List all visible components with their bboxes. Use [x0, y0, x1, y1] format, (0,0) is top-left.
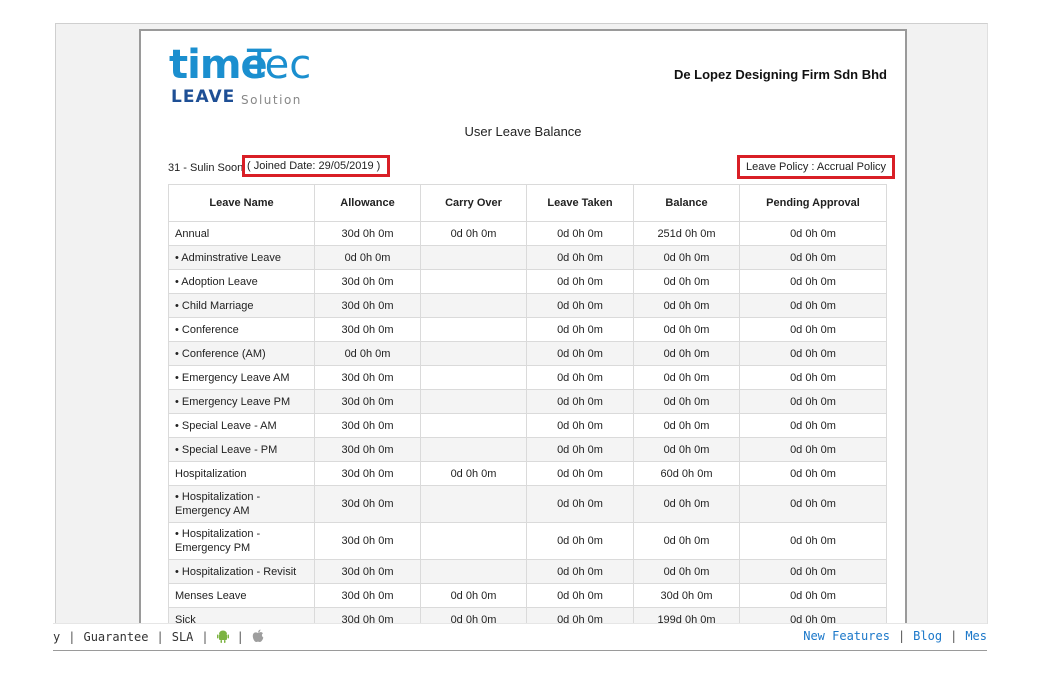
table-row: Annual 30d 0h 0m 0d 0h 0m 0d 0h 0m 251d 0h 0… [168, 221, 887, 246]
joined-date-highlight: ( Joined Date: 29/05/2019 ) [242, 155, 390, 177]
table-row: Hospitalization 30d 0h 0m 0d 0h 0m 0d 0h 0m… [168, 461, 887, 486]
table-row: • Special Leave - PM 30d 0h 0m 0d 0h 0m 0d … [168, 437, 887, 462]
guarantee-link[interactable]: Guarantee [83, 630, 148, 644]
new-features-link[interactable]: New Features [803, 629, 890, 643]
report-viewer: time Tec LEAVE Solution De Lopez Designi… [55, 23, 988, 624]
timetec-logo: time Tec LEAVE Solution [169, 42, 312, 107]
table-row: • Conference (AM) 0d 0h 0m 0d 0h 0m 0d 0h 0… [168, 341, 887, 366]
footer-left-links: y | Guarantee | SLA | | [53, 629, 264, 644]
footer-right-links: New Features | Blog | Mes [803, 629, 987, 643]
table-row: • Child Marriage 30d 0h 0m 0d 0h 0m 0d 0h 0… [168, 293, 887, 318]
footer-bar: y | Guarantee | SLA | | New Features | Blog | Mes [53, 623, 987, 651]
table-row: • Emergency Leave AM 30d 0h 0m 0d 0h 0m 0d … [168, 365, 887, 390]
table-row: • Hospitalization - Emergency AM 30d 0h 0… [168, 485, 887, 523]
column-header: Carry Over [420, 184, 527, 222]
table-row: Sick 30d 0h 0m 0d 0h 0m 0d 0h 0m 199d 0h 0m 0… [168, 607, 887, 624]
table-row: • Conference 30d 0h 0m 0d 0h 0m 0d 0h 0m 0d … [168, 317, 887, 342]
column-header: Balance [633, 184, 740, 222]
table-row: • Adminstrative Leave 0d 0h 0m 0d 0h 0m 0d … [168, 245, 887, 270]
leave-policy-highlight: Leave Policy : Accrual Policy [737, 155, 895, 179]
table-row: • Special Leave - AM 30d 0h 0m 0d 0h 0m 0d … [168, 413, 887, 438]
report-page: time Tec LEAVE Solution De Lopez Designi… [139, 29, 907, 624]
table-row: • Hospitalization - Emergency PM 30d 0h 0… [168, 522, 887, 560]
sla-link[interactable]: SLA [172, 630, 194, 644]
table-row: • Adoption Leave 30d 0h 0m 0d 0h 0m 0d 0h 0… [168, 269, 887, 294]
employee-name: 31 - Sulin Soon [168, 162, 244, 174]
table-row: • Hospitalization - Revisit 30d 0h 0m 0d 0… [168, 559, 887, 584]
column-header: Pending Approval [739, 184, 887, 222]
column-header: Leave Taken [526, 184, 634, 222]
blog-link[interactable]: Blog [913, 629, 942, 643]
column-header: Allowance [314, 184, 421, 222]
table-header-row: Leave Name Allowance Carry Over Leave Ta… [168, 184, 887, 222]
company-name: De Lopez Designing Firm Sdn Bhd [673, 67, 887, 82]
table-row: Menses Leave 30d 0h 0m 0d 0h 0m 0d 0h 0m 30d… [168, 583, 887, 608]
report-title: User Leave Balance [464, 124, 582, 139]
android-icon[interactable] [216, 630, 229, 643]
table-row: • Emergency Leave PM 30d 0h 0m 0d 0h 0m 0d … [168, 389, 887, 414]
leave-balance-table: Leave Name Allowance Carry Over Leave Ta… [168, 184, 887, 624]
column-header: Leave Name [168, 184, 315, 222]
footer-link-truncated-right[interactable]: Mes [965, 629, 987, 643]
apple-icon[interactable] [252, 629, 264, 643]
